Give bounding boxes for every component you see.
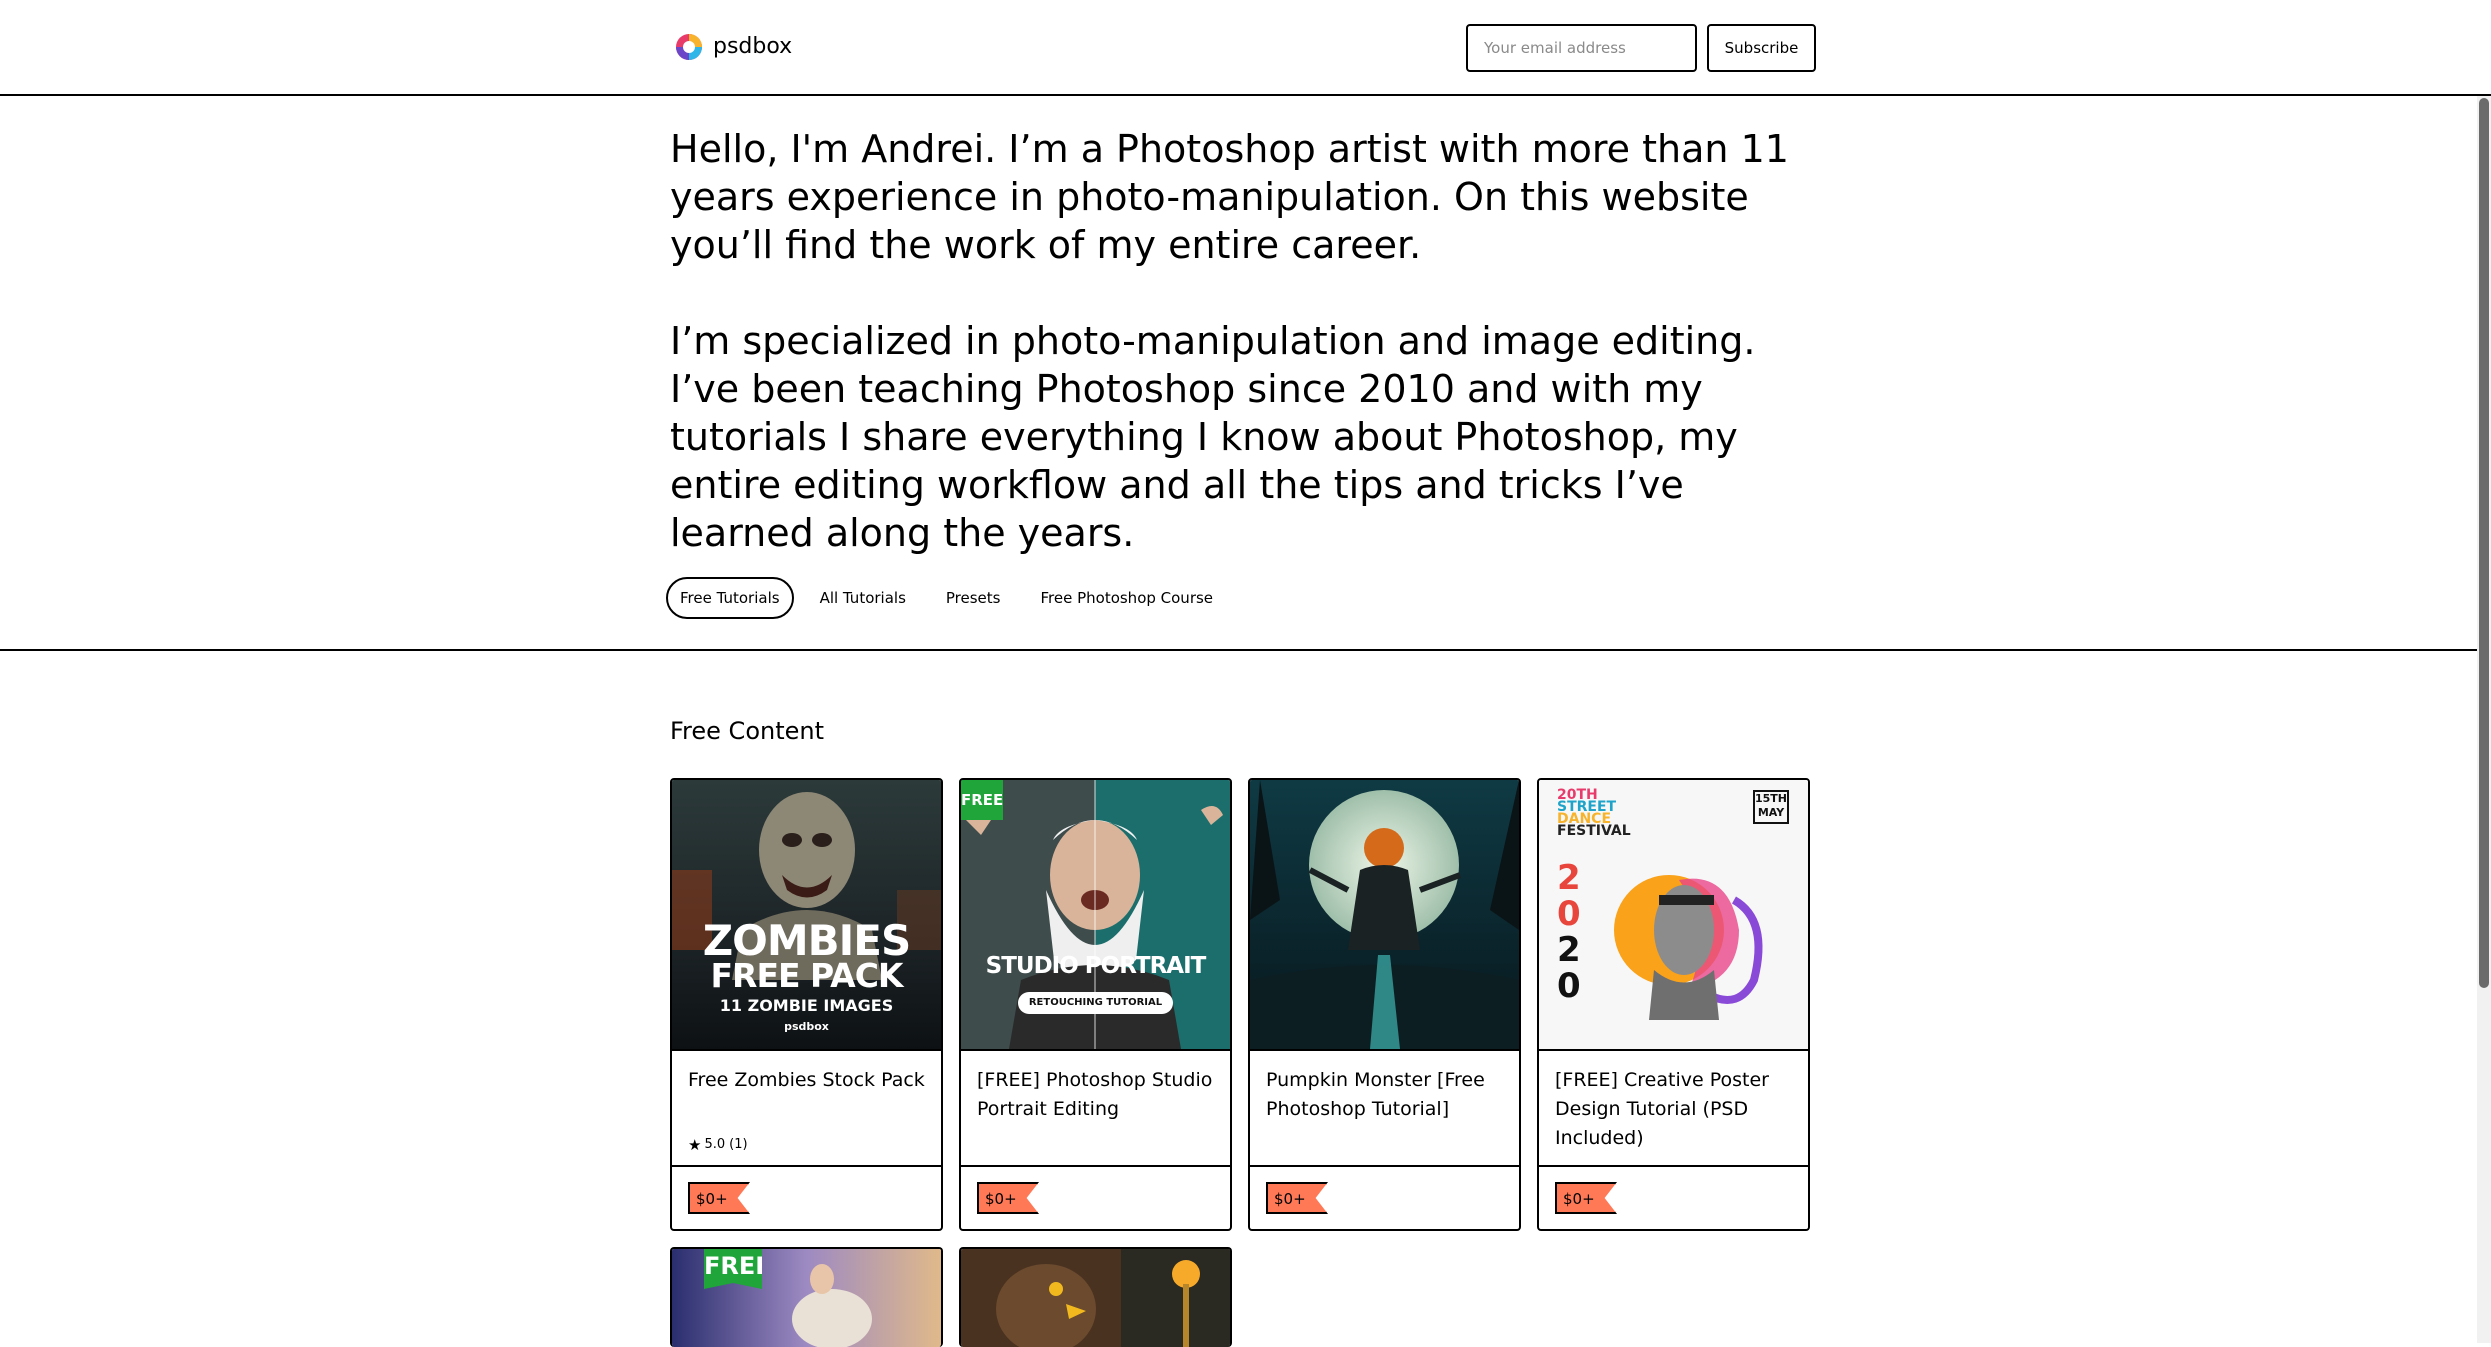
rating-value: 5.0 xyxy=(704,1137,726,1152)
product-card-partial-1[interactable]: FREE xyxy=(670,1247,943,1347)
zombies-headline-2: FREE PACK xyxy=(710,956,903,995)
poster-date-month: MAY xyxy=(1757,806,1785,819)
product-title[interactable]: Free Zombies Stock Pack xyxy=(688,1066,926,1095)
card-footer-divider xyxy=(1250,1165,1519,1167)
zombies-brand: psdbox xyxy=(784,1020,829,1033)
tab-all-tutorials[interactable]: All Tutorials xyxy=(806,577,920,619)
product-thumbnail[interactable] xyxy=(1250,780,1519,1051)
poster-date-box: 15TH MAY xyxy=(1753,790,1789,824)
rating-count: (1) xyxy=(729,1137,748,1152)
studio-portrait-sub: RETOUCHING TUTORIAL xyxy=(1018,992,1173,1014)
section-divider xyxy=(0,649,2477,651)
poster-year-digit-3: 2 xyxy=(1557,930,1581,970)
psdbox-logo-icon[interactable] xyxy=(675,33,703,61)
studio-portrait-headline: STUDIO PORTRAIT xyxy=(985,953,1207,979)
card-footer-divider xyxy=(1539,1165,1808,1167)
poster-date-day: 15TH xyxy=(1755,792,1788,805)
poster-line-4: FESTIVAL xyxy=(1557,823,1631,839)
product-card-pumpkin-monster[interactable]: Pumpkin Monster [Free Photoshop Tutorial… xyxy=(1248,778,1521,1231)
tab-free-photoshop-course[interactable]: Free Photoshop Course xyxy=(1026,577,1227,619)
card-footer-divider xyxy=(672,1165,941,1167)
product-thumbnail[interactable]: FREE STUDIO PORTRAIT RETOUCHING TUTORIAL xyxy=(961,780,1230,1051)
tab-free-tutorials[interactable]: Free Tutorials xyxy=(666,577,794,619)
product-card-creative-poster[interactable]: 20TH STREET DANCE FESTIVAL 15TH MAY 2 0 … xyxy=(1537,778,1810,1231)
site-header: psdbox Subscribe xyxy=(0,0,2491,96)
poster-year-digit-4: 0 xyxy=(1557,966,1581,1006)
scrollbar-thumb[interactable] xyxy=(2479,98,2489,988)
email-input[interactable] xyxy=(1466,24,1697,72)
price-tag: $0+ xyxy=(977,1182,1039,1214)
bio-section: Hello, I'm Andrei. I’m a Photoshop artis… xyxy=(670,125,1800,557)
product-card-studio-portrait[interactable]: FREE STUDIO PORTRAIT RETOUCHING TUTORIAL… xyxy=(959,778,1232,1231)
poster-year-digit-1: 2 xyxy=(1557,858,1581,898)
zombies-subheadline: 11 ZOMBIE IMAGES xyxy=(719,996,894,1015)
product-title[interactable]: [FREE] Creative Poster Design Tutorial (… xyxy=(1555,1066,1793,1153)
subscribe-button[interactable]: Subscribe xyxy=(1707,24,1816,72)
card-footer-divider xyxy=(961,1165,1230,1167)
product-rating: ★ 5.0 (1) xyxy=(688,1136,748,1154)
price-tag: $0+ xyxy=(1555,1182,1617,1214)
free-badge: FREE xyxy=(961,780,1003,820)
product-thumbnail[interactable]: 20TH STREET DANCE FESTIVAL 15TH MAY 2 0 … xyxy=(1539,780,1808,1051)
product-card-zombies[interactable]: ZOMBIES FREE PACK 11 ZOMBIE IMAGES psdbo… xyxy=(670,778,943,1231)
bio-paragraph-1: Hello, I'm Andrei. I’m a Photoshop artis… xyxy=(670,127,1789,267)
pumpkin-monster-thumbnail-image xyxy=(1250,780,1519,1049)
brand-name[interactable]: psdbox xyxy=(713,30,792,64)
eagle-thumbnail-image xyxy=(961,1249,1230,1347)
bio-paragraph-2: I’m specialized in photo-manipulation an… xyxy=(670,319,1756,555)
tab-presets[interactable]: Presets xyxy=(932,577,1015,619)
product-title[interactable]: [FREE] Photoshop Studio Portrait Editing xyxy=(977,1066,1215,1124)
product-card-partial-2[interactable] xyxy=(959,1247,1232,1347)
poster-year-digit-2: 0 xyxy=(1557,894,1581,934)
free-badge: FREE xyxy=(704,1249,762,1289)
product-thumbnail[interactable]: ZOMBIES FREE PACK 11 ZOMBIE IMAGES psdbo… xyxy=(672,780,941,1051)
section-title: Free Content xyxy=(670,717,825,745)
product-title[interactable]: Pumpkin Monster [Free Photoshop Tutorial… xyxy=(1266,1066,1504,1124)
price-tag: $0+ xyxy=(688,1182,750,1214)
tab-bar: Free Tutorials All Tutorials Presets Fre… xyxy=(666,577,1239,619)
price-tag: $0+ xyxy=(1266,1182,1328,1214)
star-icon: ★ xyxy=(688,1136,702,1154)
